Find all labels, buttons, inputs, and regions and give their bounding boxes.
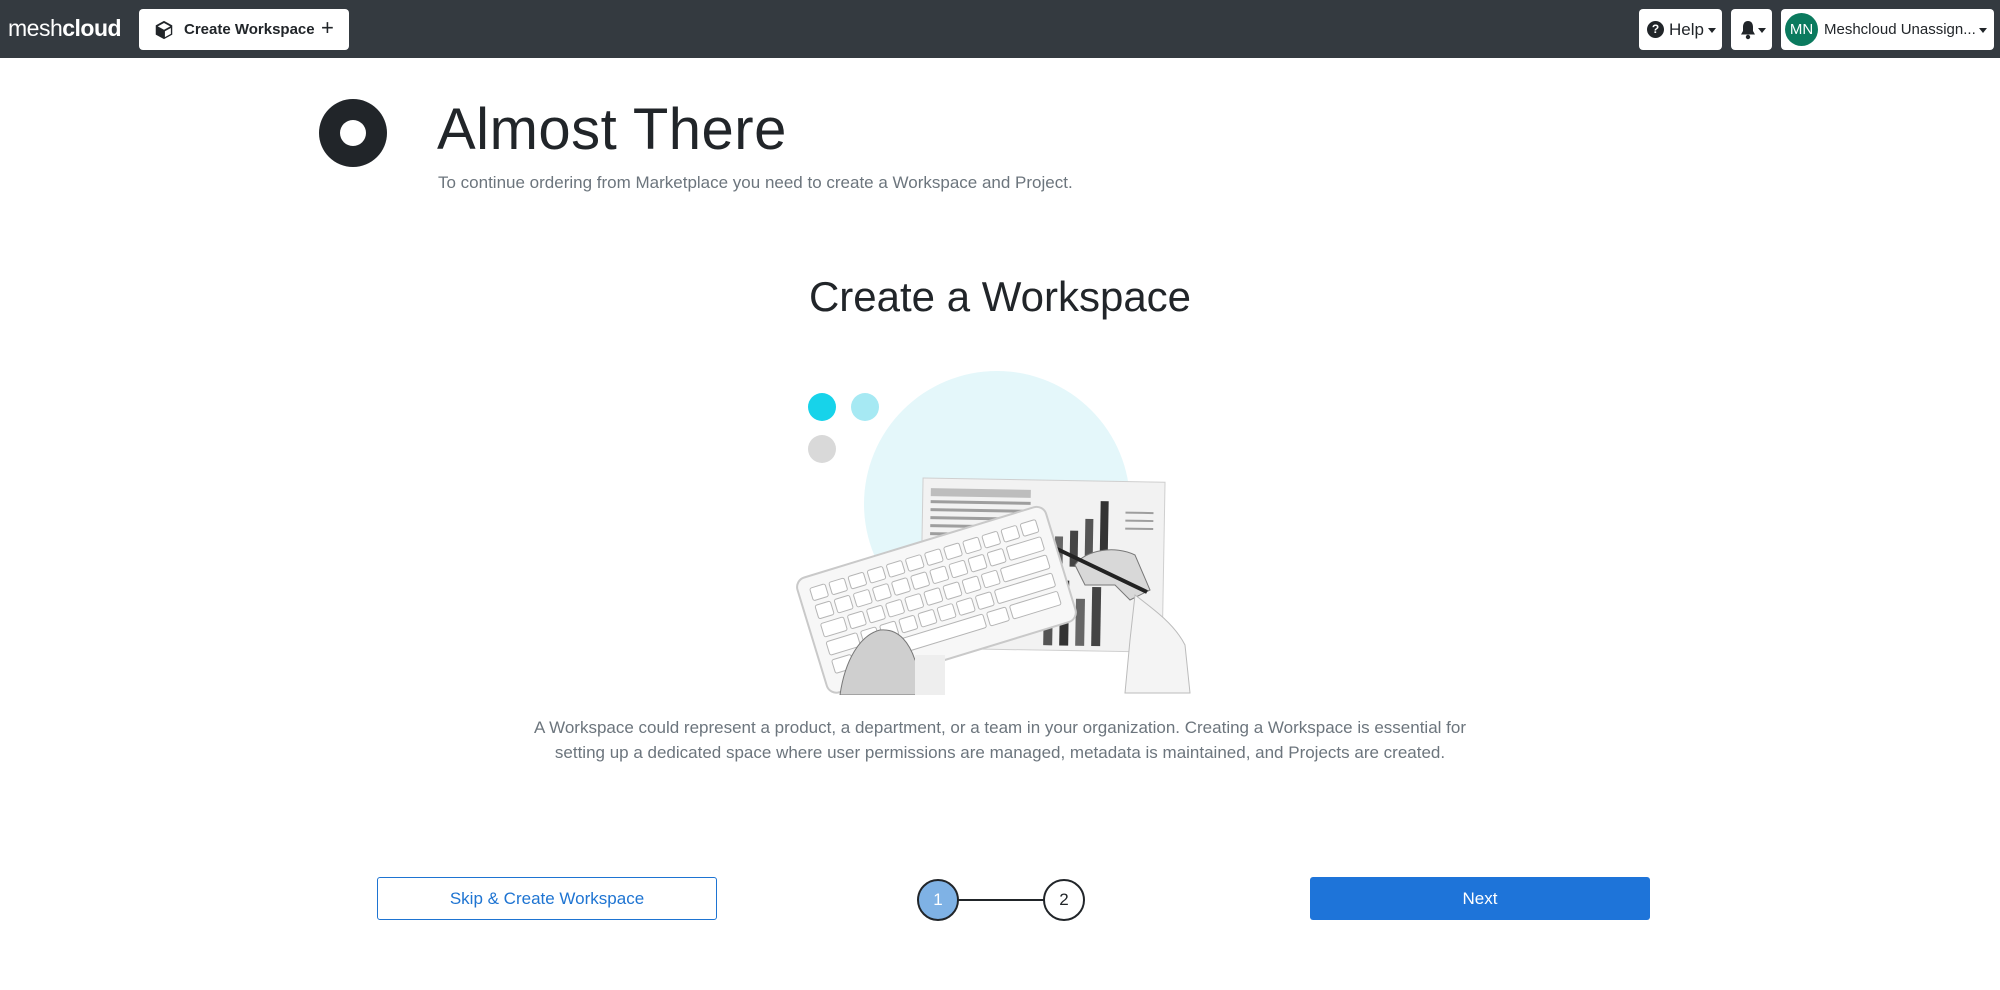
workspace-description: A Workspace could represent a product, a… xyxy=(533,718,1467,762)
workspace-illustration xyxy=(796,371,1191,695)
brand-light: mesh xyxy=(8,15,63,41)
caret-down-icon xyxy=(1758,28,1766,33)
tab-label: Create Workspace xyxy=(184,21,315,38)
user-name: Meshcloud Unassign... xyxy=(1824,21,1976,38)
question-circle-icon: ? xyxy=(1647,21,1664,38)
notifications-dropdown-button[interactable] xyxy=(1731,9,1772,50)
add-tab-button[interactable]: + xyxy=(321,15,334,41)
caret-down-icon xyxy=(1708,28,1716,33)
step-indicator: 1 2 xyxy=(917,879,1087,921)
user-menu-button[interactable]: MN Meshcloud Unassign... xyxy=(1781,9,1994,50)
step-1[interactable]: 1 xyxy=(917,879,959,921)
brand-bold: cloud xyxy=(62,15,122,41)
help-label: Help xyxy=(1669,20,1704,39)
meshcloud-logo[interactable]: meshcloud xyxy=(8,15,122,42)
cube-icon xyxy=(155,20,173,40)
help-dropdown-button[interactable]: ? Help xyxy=(1639,9,1722,50)
page-subtitle: To continue ordering from Marketplace yo… xyxy=(438,173,1073,192)
status-ring-icon xyxy=(319,99,387,167)
section-title: Create a Workspace xyxy=(808,273,1192,320)
page-title: Almost There xyxy=(437,97,787,162)
tab-create-workspace[interactable]: Create Workspace + xyxy=(139,9,349,50)
top-navbar: meshcloud Create Workspace + ? Help MN M… xyxy=(0,0,2000,58)
bell-icon xyxy=(1741,21,1755,40)
avatar: MN xyxy=(1785,13,1818,46)
step-connector xyxy=(957,899,1047,901)
next-button[interactable]: Next xyxy=(1310,877,1650,920)
skip-and-create-workspace-button[interactable]: Skip & Create Workspace xyxy=(377,877,717,920)
step-2[interactable]: 2 xyxy=(1043,879,1085,921)
caret-down-icon xyxy=(1979,28,1987,33)
